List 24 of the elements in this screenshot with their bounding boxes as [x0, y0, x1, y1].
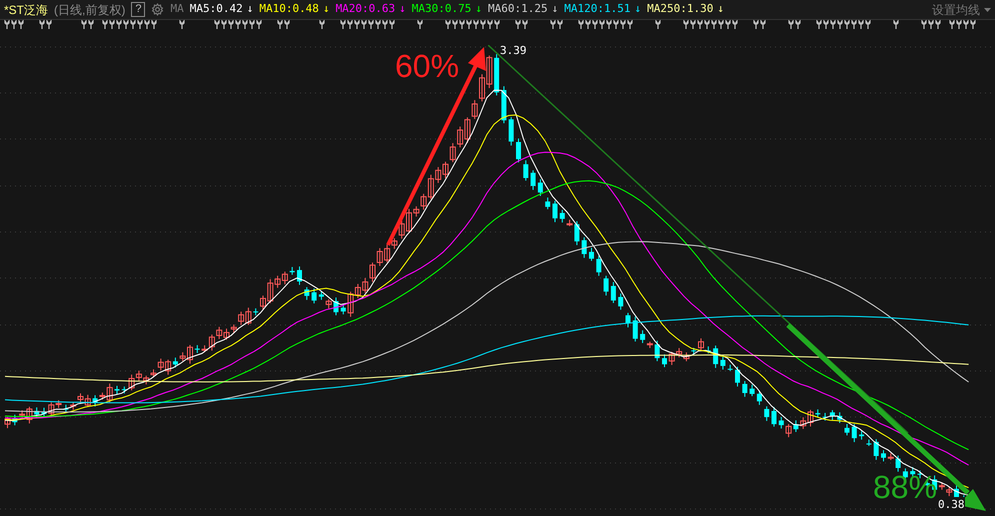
- rise-percentage: 60%: [395, 48, 460, 84]
- caret-icon: [984, 8, 991, 12]
- down-arrow: ↓: [475, 1, 482, 18]
- peak-price-label: 3.39: [500, 43, 526, 59]
- gear-icon[interactable]: [151, 3, 164, 16]
- ma-label: MA: [170, 1, 184, 18]
- down-arrow: ↓: [322, 1, 330, 18]
- ma-value: MA60:1.25: [488, 1, 548, 18]
- ma-value: MA250:1.30: [647, 1, 714, 18]
- down-arrow: ↓: [634, 1, 642, 18]
- fall-percentage: 88%: [873, 469, 938, 505]
- down-arrow: ↓: [399, 1, 406, 18]
- ma-value: MA20:0.63: [336, 1, 396, 18]
- stock-name: *ST泛海: [4, 2, 48, 18]
- help-button[interactable]: ?: [131, 2, 146, 17]
- down-arrow: ↓: [717, 1, 724, 18]
- ma-value: MA120:1.51: [564, 1, 630, 18]
- period-label: (日线,前复权): [54, 2, 126, 18]
- ma-value: MA30:0.75: [412, 1, 472, 18]
- down-arrow: ↓: [246, 1, 254, 18]
- ma-value: MA10:0.48: [259, 1, 319, 18]
- ma-value: MA5:0.42: [190, 1, 243, 18]
- down-arrow: ↓: [552, 1, 558, 18]
- ma-settings-dropdown[interactable]: 设置均线: [932, 0, 991, 18]
